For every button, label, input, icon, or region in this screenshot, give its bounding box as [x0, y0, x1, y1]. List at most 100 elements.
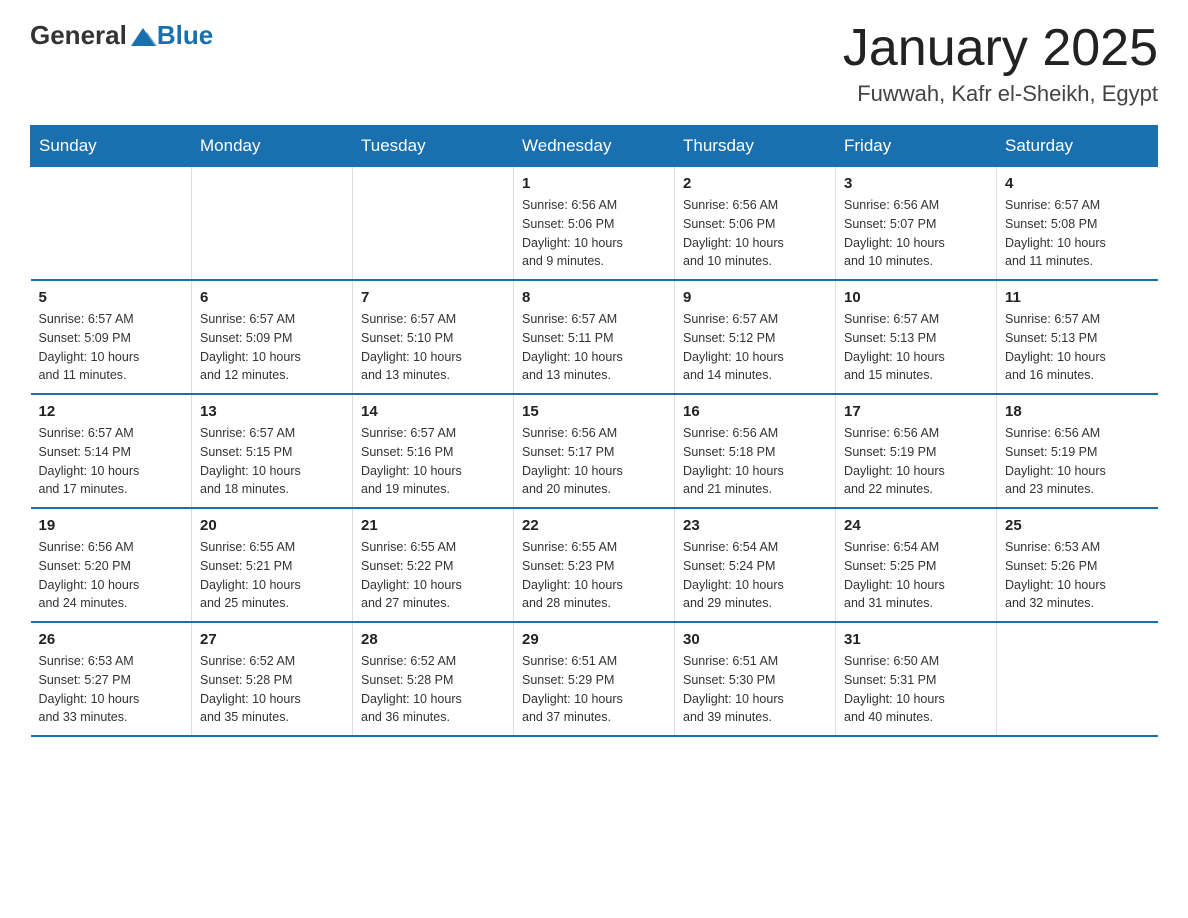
- day-info: Sunrise: 6:57 AM Sunset: 5:14 PM Dayligh…: [39, 424, 184, 499]
- day-info: Sunrise: 6:54 AM Sunset: 5:25 PM Dayligh…: [844, 538, 988, 613]
- day-info: Sunrise: 6:51 AM Sunset: 5:30 PM Dayligh…: [683, 652, 827, 727]
- day-number: 16: [683, 403, 827, 420]
- day-info: Sunrise: 6:56 AM Sunset: 5:19 PM Dayligh…: [844, 424, 988, 499]
- calendar-cell: 31 Sunrise: 6:50 AM Sunset: 5:31 PM Dayli…: [836, 622, 997, 736]
- day-info: Sunrise: 6:56 AM Sunset: 5:18 PM Dayligh…: [683, 424, 827, 499]
- calendar-cell: 15 Sunrise: 6:56 AM Sunset: 5:17 PM Dayli…: [514, 394, 675, 508]
- day-info: Sunrise: 6:56 AM Sunset: 5:17 PM Dayligh…: [522, 424, 666, 499]
- day-number: 3: [844, 175, 988, 192]
- day-number: 4: [1005, 175, 1150, 192]
- day-info: Sunrise: 6:55 AM Sunset: 5:23 PM Dayligh…: [522, 538, 666, 613]
- day-info: Sunrise: 6:56 AM Sunset: 5:20 PM Dayligh…: [39, 538, 184, 613]
- calendar-cell: 7 Sunrise: 6:57 AM Sunset: 5:10 PM Daylig…: [353, 280, 514, 394]
- header-wednesday: Wednesday: [514, 126, 675, 167]
- day-number: 8: [522, 289, 666, 306]
- day-info: Sunrise: 6:55 AM Sunset: 5:22 PM Dayligh…: [361, 538, 505, 613]
- day-number: 24: [844, 517, 988, 534]
- day-info: Sunrise: 6:55 AM Sunset: 5:21 PM Dayligh…: [200, 538, 344, 613]
- calendar-cell: [31, 167, 192, 281]
- day-number: 15: [522, 403, 666, 420]
- calendar-title: January 2025: [843, 20, 1158, 77]
- calendar-cell: 29 Sunrise: 6:51 AM Sunset: 5:29 PM Dayli…: [514, 622, 675, 736]
- day-number: 12: [39, 403, 184, 420]
- page-header: General Blue January 2025 Fuwwah, Kafr e…: [30, 20, 1158, 107]
- calendar-cell: 17Sunrise: 6:56 AM Sunset: 5:19 PM Dayli…: [836, 394, 997, 508]
- logo: General Blue: [30, 20, 213, 51]
- calendar-cell: 20 Sunrise: 6:55 AM Sunset: 5:21 PM Dayli…: [192, 508, 353, 622]
- day-number: 5: [39, 289, 184, 306]
- day-info: Sunrise: 6:57 AM Sunset: 5:13 PM Dayligh…: [844, 310, 988, 385]
- calendar-cell: 8 Sunrise: 6:57 AM Sunset: 5:11 PM Daylig…: [514, 280, 675, 394]
- week-row-2: 5 Sunrise: 6:57 AM Sunset: 5:09 PM Daylig…: [31, 280, 1158, 394]
- day-info: Sunrise: 6:56 AM Sunset: 5:06 PM Dayligh…: [683, 196, 827, 271]
- day-number: 2: [683, 175, 827, 192]
- calendar-cell: 22 Sunrise: 6:55 AM Sunset: 5:23 PM Dayli…: [514, 508, 675, 622]
- day-info: Sunrise: 6:57 AM Sunset: 5:10 PM Dayligh…: [361, 310, 505, 385]
- calendar-table: SundayMondayTuesdayWednesdayThursdayFrid…: [30, 125, 1158, 737]
- day-info: Sunrise: 6:57 AM Sunset: 5:09 PM Dayligh…: [39, 310, 184, 385]
- calendar-cell: 14 Sunrise: 6:57 AM Sunset: 5:16 PM Dayli…: [353, 394, 514, 508]
- day-number: 13: [200, 403, 344, 420]
- day-number: 27: [200, 631, 344, 648]
- calendar-cell: 6Sunrise: 6:57 AM Sunset: 5:09 PM Daylig…: [192, 280, 353, 394]
- day-number: 30: [683, 631, 827, 648]
- day-number: 31: [844, 631, 988, 648]
- calendar-cell: 3 Sunrise: 6:56 AM Sunset: 5:07 PM Daylig…: [836, 167, 997, 281]
- day-number: 20: [200, 517, 344, 534]
- header-monday: Monday: [192, 126, 353, 167]
- week-row-1: 1 Sunrise: 6:56 AM Sunset: 5:06 PM Daylig…: [31, 167, 1158, 281]
- logo-text-blue: Blue: [157, 20, 213, 51]
- day-number: 14: [361, 403, 505, 420]
- calendar-cell: 4 Sunrise: 6:57 AM Sunset: 5:08 PM Daylig…: [997, 167, 1158, 281]
- day-number: 10: [844, 289, 988, 306]
- day-number: 11: [1005, 289, 1150, 306]
- calendar-cell: 28Sunrise: 6:52 AM Sunset: 5:28 PM Dayli…: [353, 622, 514, 736]
- calendar-cell: 21Sunrise: 6:55 AM Sunset: 5:22 PM Dayli…: [353, 508, 514, 622]
- day-number: 23: [683, 517, 827, 534]
- day-info: Sunrise: 6:53 AM Sunset: 5:27 PM Dayligh…: [39, 652, 184, 727]
- header-row: SundayMondayTuesdayWednesdayThursdayFrid…: [31, 126, 1158, 167]
- day-number: 26: [39, 631, 184, 648]
- week-row-5: 26 Sunrise: 6:53 AM Sunset: 5:27 PM Dayli…: [31, 622, 1158, 736]
- calendar-cell: [353, 167, 514, 281]
- header-friday: Friday: [836, 126, 997, 167]
- day-number: 29: [522, 631, 666, 648]
- day-info: Sunrise: 6:57 AM Sunset: 5:15 PM Dayligh…: [200, 424, 344, 499]
- week-row-4: 19 Sunrise: 6:56 AM Sunset: 5:20 PM Dayli…: [31, 508, 1158, 622]
- header-saturday: Saturday: [997, 126, 1158, 167]
- day-number: 1: [522, 175, 666, 192]
- day-number: 7: [361, 289, 505, 306]
- day-info: Sunrise: 6:56 AM Sunset: 5:07 PM Dayligh…: [844, 196, 988, 271]
- calendar-cell: 5 Sunrise: 6:57 AM Sunset: 5:09 PM Daylig…: [31, 280, 192, 394]
- logo-text-general: General: [30, 20, 127, 51]
- calendar-cell: 2 Sunrise: 6:56 AM Sunset: 5:06 PM Daylig…: [675, 167, 836, 281]
- calendar-cell: 26 Sunrise: 6:53 AM Sunset: 5:27 PM Dayli…: [31, 622, 192, 736]
- day-info: Sunrise: 6:57 AM Sunset: 5:11 PM Dayligh…: [522, 310, 666, 385]
- day-info: Sunrise: 6:57 AM Sunset: 5:08 PM Dayligh…: [1005, 196, 1150, 271]
- title-block: January 2025 Fuwwah, Kafr el-Sheikh, Egy…: [843, 20, 1158, 107]
- day-info: Sunrise: 6:54 AM Sunset: 5:24 PM Dayligh…: [683, 538, 827, 613]
- calendar-cell: [997, 622, 1158, 736]
- day-info: Sunrise: 6:57 AM Sunset: 5:16 PM Dayligh…: [361, 424, 505, 499]
- calendar-cell: 19 Sunrise: 6:56 AM Sunset: 5:20 PM Dayli…: [31, 508, 192, 622]
- calendar-cell: 1 Sunrise: 6:56 AM Sunset: 5:06 PM Daylig…: [514, 167, 675, 281]
- calendar-cell: 13 Sunrise: 6:57 AM Sunset: 5:15 PM Dayli…: [192, 394, 353, 508]
- week-row-3: 12 Sunrise: 6:57 AM Sunset: 5:14 PM Dayli…: [31, 394, 1158, 508]
- calendar-cell: 27Sunrise: 6:52 AM Sunset: 5:28 PM Dayli…: [192, 622, 353, 736]
- header-thursday: Thursday: [675, 126, 836, 167]
- calendar-cell: 16 Sunrise: 6:56 AM Sunset: 5:18 PM Dayli…: [675, 394, 836, 508]
- day-number: 28: [361, 631, 505, 648]
- day-number: 25: [1005, 517, 1150, 534]
- calendar-cell: 10 Sunrise: 6:57 AM Sunset: 5:13 PM Dayli…: [836, 280, 997, 394]
- day-number: 19: [39, 517, 184, 534]
- day-number: 18: [1005, 403, 1150, 420]
- calendar-cell: 18 Sunrise: 6:56 AM Sunset: 5:19 PM Dayli…: [997, 394, 1158, 508]
- day-info: Sunrise: 6:56 AM Sunset: 5:06 PM Dayligh…: [522, 196, 666, 271]
- day-info: Sunrise: 6:50 AM Sunset: 5:31 PM Dayligh…: [844, 652, 988, 727]
- calendar-cell: 12 Sunrise: 6:57 AM Sunset: 5:14 PM Dayli…: [31, 394, 192, 508]
- day-number: 22: [522, 517, 666, 534]
- day-info: Sunrise: 6:51 AM Sunset: 5:29 PM Dayligh…: [522, 652, 666, 727]
- day-info: Sunrise: 6:57 AM Sunset: 5:12 PM Dayligh…: [683, 310, 827, 385]
- calendar-cell: 23 Sunrise: 6:54 AM Sunset: 5:24 PM Dayli…: [675, 508, 836, 622]
- day-info: Sunrise: 6:56 AM Sunset: 5:19 PM Dayligh…: [1005, 424, 1150, 499]
